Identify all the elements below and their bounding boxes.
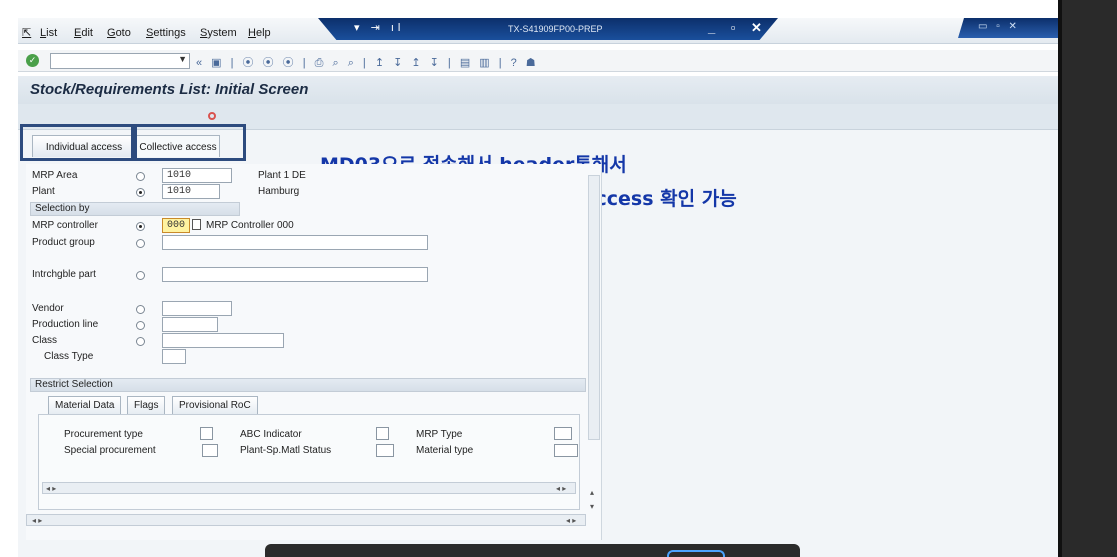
production-line-radio[interactable] (136, 321, 145, 330)
vendor-label: Vendor (32, 303, 64, 314)
title-band: ▾ ⇥ ıl TX-S41909FP00-PREP _ ▫ ✕ (318, 18, 778, 40)
mrp-controller-label: MRP controller (32, 220, 98, 231)
mrp-type-field[interactable] (554, 427, 572, 440)
production-line-label: Production line (32, 319, 99, 330)
menu-settings[interactable]: Settings (146, 27, 186, 39)
procurement-type-label: Procurement type (64, 429, 143, 440)
page-title: Stock/Requirements List: Initial Screen (30, 81, 309, 98)
command-field[interactable]: ▼ (50, 53, 190, 69)
standard-toolbar: ✓ ▼ « ▣ | ⦿ ⦿ ⦿ | ⎙ ⌕ ⌕ | ↥ ↧ ↥ ↧ | ▤ ▥ … (18, 50, 1058, 72)
inner-scroll-left-icon[interactable]: ◂ ▸ (46, 484, 56, 493)
right-edge-divider (1058, 0, 1062, 557)
special-procurement-field[interactable] (202, 444, 218, 457)
window-controls[interactable]: _ ▫ ✕ (708, 20, 768, 36)
plant-label: Plant (32, 186, 55, 197)
dropdown-arrow-icon[interactable]: ▼ (178, 54, 187, 64)
system-title: TX-S41909FP00-PREP (508, 24, 603, 34)
vendor-field[interactable] (162, 301, 232, 316)
menu-goto[interactable]: Goto (107, 27, 131, 39)
intrchgble-part-label: Intrchgble part (32, 269, 96, 280)
vertical-scroll-down-icon[interactable]: ▾ (590, 502, 594, 511)
vertical-scroll-up-icon[interactable]: ▴ (590, 488, 594, 497)
subtab-material-data[interactable]: Material Data (48, 396, 122, 414)
right-edge-panel (1058, 0, 1117, 557)
abc-indicator-field[interactable] (376, 427, 389, 440)
product-group-radio[interactable] (136, 239, 145, 248)
restrict-selection-header: Restrict Selection (30, 378, 586, 392)
inner-horizontal-scrollbar[interactable] (42, 482, 576, 494)
vertical-scrollbar[interactable] (588, 175, 600, 440)
intrchgble-part-radio[interactable] (136, 271, 145, 280)
class-label: Class (32, 335, 58, 346)
menu-edit[interactable]: Edit (74, 27, 93, 39)
subtab-provisional-roc[interactable]: Provisional RoC (172, 396, 258, 414)
outer-scroll-right-icon[interactable]: ◂ ▸ (566, 516, 576, 525)
class-field[interactable] (162, 333, 284, 348)
special-procurement-label: Special procurement (64, 445, 156, 456)
procurement-type-field[interactable] (200, 427, 213, 440)
mrp-area-description: Plant 1 DE (258, 170, 306, 181)
selection-form: MRP Area 1010 Plant 1 DE Plant 1010 Hamb… (26, 164, 602, 540)
product-group-label: Product group (32, 237, 95, 248)
highlight-box-collective (134, 124, 246, 161)
selection-by-header: Selection by (30, 202, 240, 216)
title-band-icons[interactable]: ▾ ⇥ ıl (354, 21, 404, 34)
search-help-icon[interactable] (192, 219, 201, 230)
popup-button[interactable] (667, 550, 725, 557)
mrp-area-radio[interactable] (136, 172, 145, 181)
intrchgble-part-field[interactable] (162, 267, 428, 282)
mrp-type-label: MRP Type (416, 429, 463, 440)
content-area: Individual access Collective access MD03… (18, 124, 1058, 557)
mrp-area-field[interactable]: 1010 (162, 168, 232, 183)
mrp-area-label: MRP Area (32, 170, 78, 181)
title-strip: Stock/Requirements List: Initial Screen (18, 76, 1058, 104)
plant-radio[interactable] (136, 188, 145, 197)
bottom-popup-bar (265, 544, 800, 557)
plant-sp-status-field[interactable] (376, 444, 394, 457)
menu-help[interactable]: Help (248, 27, 271, 39)
enter-check-icon[interactable]: ✓ (26, 54, 39, 67)
subtab-flags[interactable]: Flags (127, 396, 166, 414)
list-menu-icon[interactable]: ⇱ (22, 26, 31, 39)
window-buttons-icon[interactable]: ▭ ▫ ✕ (978, 21, 1020, 32)
menu-bar: ⇱ List Edit Goto Settings System Help ▾ … (18, 18, 1058, 44)
production-line-field[interactable] (162, 317, 218, 332)
plant-field[interactable]: 1010 (162, 184, 220, 199)
outer-horizontal-scrollbar[interactable] (26, 514, 586, 526)
product-group-field[interactable] (162, 235, 428, 250)
mrp-controller-radio[interactable] (136, 222, 145, 231)
class-radio[interactable] (136, 337, 145, 346)
toolbar-icons[interactable]: « ▣ | ⦿ ⦿ ⦿ | ⎙ ⌕ ⌕ | ↥ ↧ ↥ ↧ | ▤ ▥ | ? … (196, 54, 539, 70)
material-type-label: Material type (416, 445, 474, 456)
abc-indicator-label: ABC Indicator (240, 429, 302, 440)
click-indicator-icon (208, 112, 216, 120)
menu-system[interactable]: System (200, 27, 237, 39)
menu-list[interactable]: List (40, 27, 57, 39)
mrp-controller-description: MRP Controller 000 (206, 220, 294, 231)
inner-scroll-right-icon[interactable]: ◂ ▸ (556, 484, 566, 493)
plant-sp-status-label: Plant-Sp.Matl Status (240, 445, 332, 456)
outer-scroll-left-icon[interactable]: ◂ ▸ (32, 516, 42, 525)
plant-description: Hamburg (258, 186, 300, 197)
class-type-label: Class Type (44, 351, 94, 362)
window-button-tab: ▭ ▫ ✕ (958, 18, 1058, 38)
material-type-field[interactable] (554, 444, 578, 457)
highlight-box-individual (20, 124, 134, 161)
vendor-radio[interactable] (136, 305, 145, 314)
mrp-controller-field[interactable]: 000 (162, 218, 190, 233)
class-type-field[interactable] (162, 349, 186, 364)
